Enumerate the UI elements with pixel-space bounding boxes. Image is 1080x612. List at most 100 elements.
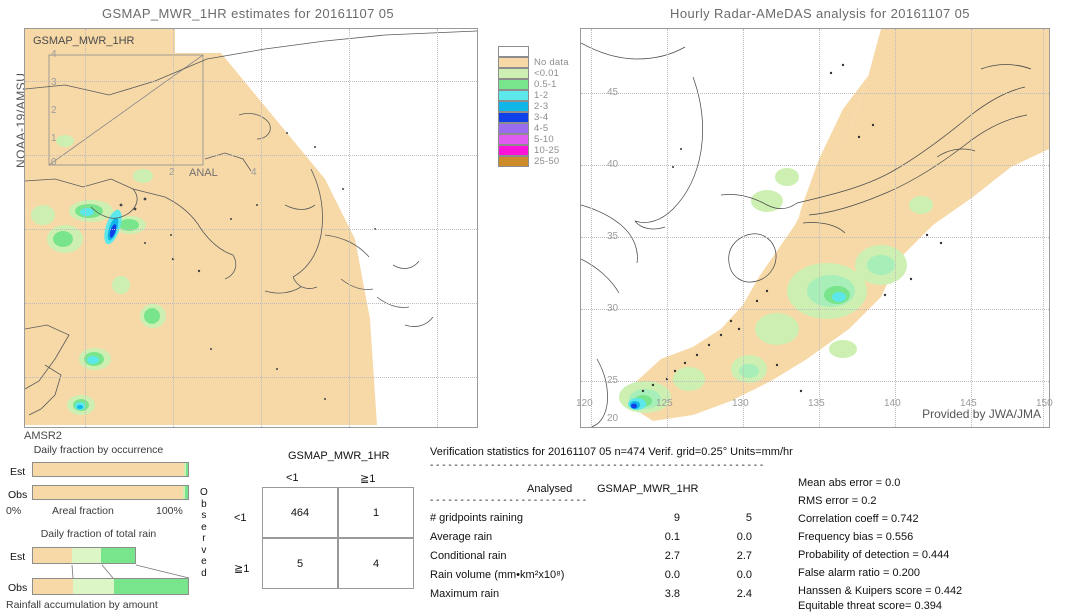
right-panel-title: Hourly Radar-AMeDAS analysis for 2016110… [670,6,970,21]
left-panel-title: GSMAP_MWR_1HR estimates for 20161107 05 [101,6,395,21]
colorbar-entry: 0.5-1 [498,79,569,90]
verification-row-model-3: 0.0 [736,569,752,581]
left-map-panel[interactable]: GSMAP_MWR_1HR ANAL 4 3 2 1 0 2 4 [24,28,478,428]
colorbar-label: <0.01 [534,68,560,79]
inset-tick-3: 3 [51,77,57,88]
left-grid-h5 [25,377,477,378]
colorbar-entry: 25-50 [498,156,569,167]
contingency-row-axis-label: O b s e r v e d [200,487,208,579]
verification-divider: - - - - - - - - - - - - - - - - - - - - … [430,460,764,471]
colorbar-swatch [498,101,529,112]
totalrain-axis-label: Rainfall accumulation by amount [6,599,158,611]
verification-row-name-2: Conditional rain [430,550,507,562]
verification-score-1: RMS error = 0.2 [798,495,877,507]
occurrence-bar-est [32,462,189,477]
inset-tick-4: 4 [51,49,57,60]
right-panel-credit: Provided by JWA/JMA [922,407,1041,421]
occurrence-axis-min: 0% [6,505,22,517]
verification-row-model-2: 2.7 [736,550,752,562]
colorbar-swatch [498,156,529,167]
obs-letter-O: O [200,487,208,498]
colorbar-entry: 1-2 [498,90,569,101]
left-grid-h4 [25,303,477,304]
left-inbox-label: GSMAP_MWR_1HR [33,35,135,47]
verification-row-name-1: Average rain [430,531,493,543]
occurrence-bar-obs [32,485,189,500]
verification-row-analysed-2: 2.7 [664,550,680,562]
colorbar-label: 0.5-1 [534,79,557,90]
colorbar-swatch [498,68,529,79]
verification-score-2: Correlation coeff = 0.742 [798,513,919,525]
right-grid-h45 [581,93,1049,94]
colorbar-swatch [498,57,529,68]
left-grid-v5 [437,29,438,427]
verification-score-6: Hanssen & Kuipers score = 0.442 [798,585,963,597]
totalrain-bar-est-seg1 [33,548,72,563]
obs-letter-r: r [202,533,206,544]
contingency-cell-1-0: 5 [262,538,338,589]
totalrain-bar-est [32,547,136,564]
contingency-col-header-0: <1 [286,472,299,484]
left-grid-v2 [173,29,174,427]
totalrain-row-label-obs: Obs [8,582,28,594]
verification-row-model-4: 2.4 [736,588,752,600]
verification-score-7: Equitable threat score= 0.394 [798,600,943,612]
colorbar-swatch [498,90,529,101]
right-map-graphic [581,29,1049,427]
verification-row-model-0: 5 [745,512,752,524]
contingency-cell-0-1: 1 [338,487,414,538]
colorbar-label: 1-2 [534,90,549,101]
right-grid-v3 [819,29,820,427]
obs-letter-e: e [201,521,207,533]
verification-row-name-3: Rain volume (mm•km²x10⁸) [430,569,565,581]
right-grid-v0 [591,29,592,427]
left-grid-h2 [25,155,477,156]
totalrain-bar-obs [32,578,189,595]
right-map-panel[interactable]: 45 40 35 30 25 20 Provided by JWA/JMA [580,28,1050,428]
colorbar-swatch [498,46,529,57]
right-lat-tick-20: 20 [607,413,619,424]
verification-row-model-1: 0.0 [736,531,752,543]
verification-row-name-4: Maximum rain [430,588,500,600]
inset-tick-0: 0 [51,157,57,168]
verification-score-5: False alarm ratio = 0.200 [798,567,920,579]
verification-sub-divider: - - - - - - - - - - - - - - - - - - - - … [430,495,587,506]
colorbar-swatch [498,145,529,156]
right-lon-tick-120: 120 [576,398,593,409]
verification-header: Verification statistics for 20161107 05 … [430,446,793,458]
colorbar-entry: <0.01 [498,68,569,79]
verification-col-header-analysed: Analysed [527,483,573,495]
right-grid-v1 [667,29,668,427]
inset-tick-2: 2 [51,105,57,116]
occurrence-bar-est-seg1 [33,463,185,476]
colorbar-label: 10-25 [534,145,560,156]
verification-row-analysed-4: 3.8 [664,588,680,600]
right-lat-tick-25: 25 [607,375,619,386]
right-grid-h30 [581,309,1049,310]
right-lon-tick-150: 150 [1036,398,1053,409]
contingency-cell-1-1: 4 [338,538,414,589]
obs-letter-v: v [201,544,207,556]
right-lon-tick-130: 130 [732,398,749,409]
colorbar-swatch [498,79,529,90]
left-grid-v1 [85,29,86,427]
totalrain-bar-obs-seg1 [33,579,74,594]
verification-row-analysed-3: 0.0 [664,569,680,581]
right-lat-tick-30: 30 [607,303,619,314]
verification-row-analysed-1: 0.1 [664,531,680,543]
left-map-canvas: GSMAP_MWR_1HR ANAL 4 3 2 1 0 2 4 [25,29,477,427]
right-grid-h40 [581,165,1049,166]
occurrence-bar-est-seg3 [185,463,188,476]
occurrence-bar-obs-seg1 [33,486,184,499]
left-anal-label: ANAL [189,167,218,179]
obs-letter-s: s [201,510,207,521]
left-grid-h3 [25,229,477,230]
colorbar-label: 5-10 [534,134,554,145]
colorbar-entry: 3-4 [498,112,569,123]
verification-score-4: Probability of detection = 0.444 [798,549,950,561]
right-lon-tick-135: 135 [808,398,825,409]
right-lat-tick-35: 35 [607,231,619,242]
colorbar-label: 25-50 [534,156,560,167]
colorbar-label: 3-4 [534,112,549,123]
occurrence-axis-max: 100% [156,505,183,517]
